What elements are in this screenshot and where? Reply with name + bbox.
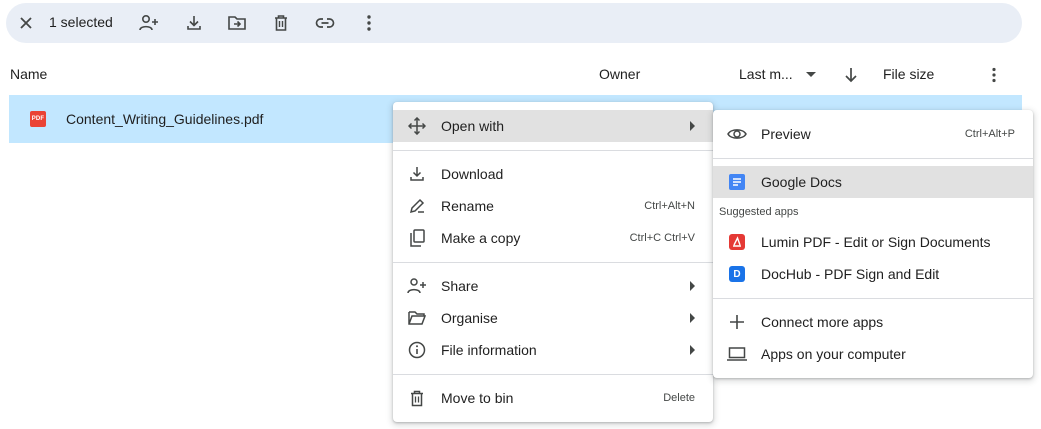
submenu-arrow-icon bbox=[690, 345, 695, 355]
menu-item-file-information[interactable]: File information bbox=[393, 334, 713, 366]
trash-icon bbox=[407, 388, 427, 408]
column-header-file-size[interactable]: File size bbox=[883, 66, 934, 86]
menu-item-preview[interactable]: Preview Ctrl+Alt+P bbox=[713, 118, 1033, 150]
column-header-last-modified[interactable]: Last m... bbox=[739, 66, 793, 86]
sort-dropdown-icon[interactable] bbox=[801, 65, 821, 85]
trash-icon[interactable] bbox=[269, 11, 293, 35]
submenu-arrow-icon bbox=[690, 313, 695, 323]
eye-icon bbox=[727, 124, 747, 144]
menu-item-open-with[interactable]: Open with bbox=[393, 110, 713, 142]
suggested-apps-heading: Suggested apps bbox=[719, 206, 799, 218]
menu-divider bbox=[393, 262, 713, 263]
share-person-icon[interactable] bbox=[137, 11, 161, 35]
plus-icon bbox=[727, 312, 747, 332]
open-with-submenu: Preview Ctrl+Alt+P Google Docs Suggested… bbox=[713, 110, 1033, 378]
close-icon[interactable] bbox=[14, 11, 38, 35]
selection-toolbar: 1 selected bbox=[6, 3, 1022, 43]
menu-item-dochub[interactable]: D DocHub - PDF Sign and Edit bbox=[713, 258, 1033, 290]
submenu-arrow-icon bbox=[690, 281, 695, 291]
menu-item-lumin-pdf[interactable]: Lumin PDF - Edit or Sign Documents bbox=[713, 226, 1033, 258]
menu-item-organise[interactable]: Organise bbox=[393, 302, 713, 334]
menu-item-make-copy[interactable]: Make a copy Ctrl+C Ctrl+V bbox=[393, 222, 713, 254]
dochub-icon: D bbox=[727, 264, 747, 284]
laptop-icon bbox=[727, 344, 747, 364]
column-options-more-icon[interactable] bbox=[984, 65, 1004, 85]
sort-direction-arrow-icon[interactable] bbox=[841, 65, 861, 85]
file-name: Content_Writing_Guidelines.pdf bbox=[66, 111, 264, 127]
pencil-icon bbox=[407, 196, 427, 216]
column-header-name[interactable]: Name bbox=[10, 66, 47, 86]
menu-item-download[interactable]: Download bbox=[393, 158, 713, 190]
download-icon[interactable] bbox=[182, 11, 206, 35]
more-vert-icon[interactable] bbox=[357, 11, 381, 35]
move-folder-icon[interactable] bbox=[225, 11, 249, 35]
menu-divider bbox=[393, 374, 713, 375]
share-person-icon bbox=[407, 276, 427, 296]
pdf-file-icon: PDF bbox=[30, 111, 46, 127]
menu-item-rename[interactable]: Rename Ctrl+Alt+N bbox=[393, 190, 713, 222]
menu-item-connect-more-apps[interactable]: Connect more apps bbox=[713, 306, 1033, 338]
copy-icon bbox=[407, 228, 427, 248]
submenu-arrow-icon bbox=[690, 121, 695, 131]
menu-item-move-to-bin[interactable]: Move to bin Delete bbox=[393, 382, 713, 414]
move-arrows-icon bbox=[407, 116, 427, 136]
menu-item-share[interactable]: Share bbox=[393, 270, 713, 302]
context-menu: Open with Download Rename Ctrl+Alt+N Mak… bbox=[393, 102, 713, 422]
link-icon[interactable] bbox=[313, 11, 337, 35]
column-header-owner[interactable]: Owner bbox=[599, 66, 640, 86]
menu-divider bbox=[713, 298, 1033, 299]
menu-divider bbox=[393, 150, 713, 151]
selected-count: 1 selected bbox=[49, 14, 113, 30]
info-icon bbox=[407, 340, 427, 360]
menu-item-apps-on-computer[interactable]: Apps on your computer bbox=[713, 338, 1033, 370]
lumin-pdf-icon bbox=[727, 232, 747, 252]
google-docs-icon bbox=[727, 172, 747, 192]
folder-open-icon bbox=[407, 308, 427, 328]
menu-divider bbox=[713, 158, 1033, 159]
download-icon bbox=[407, 164, 427, 184]
menu-item-google-docs[interactable]: Google Docs bbox=[713, 166, 1033, 198]
